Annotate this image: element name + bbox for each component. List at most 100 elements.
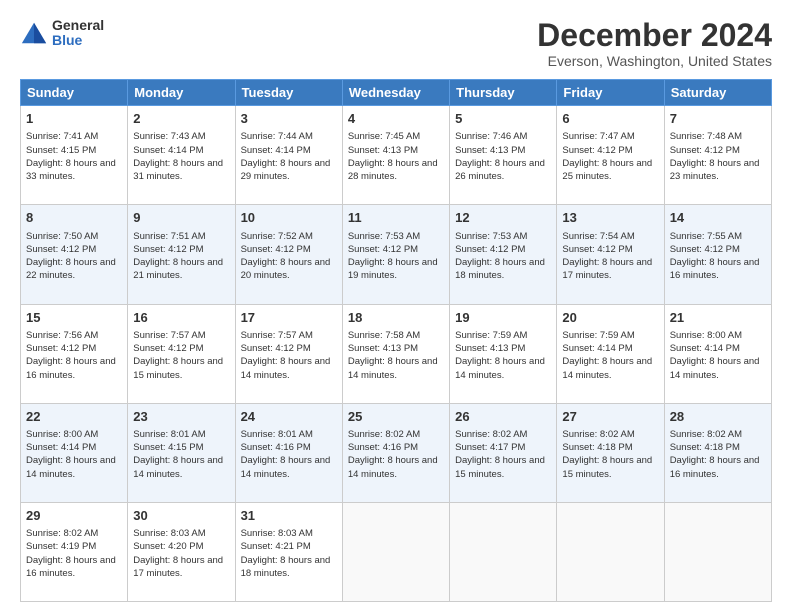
table-row: 2 Sunrise: 7:43 AM Sunset: 4:14 PM Dayli…: [128, 106, 235, 205]
table-row: 16 Sunrise: 7:57 AM Sunset: 4:12 PM Dayl…: [128, 304, 235, 403]
day-number: 8: [26, 209, 122, 227]
daylight-text: Daylight: 8 hours and 25 minutes.: [562, 158, 652, 182]
table-row: 23 Sunrise: 8:01 AM Sunset: 4:15 PM Dayl…: [128, 403, 235, 502]
day-number: 18: [348, 309, 444, 327]
table-row: 3 Sunrise: 7:44 AM Sunset: 4:14 PM Dayli…: [235, 106, 342, 205]
day-number: 10: [241, 209, 337, 227]
table-row: 11 Sunrise: 7:53 AM Sunset: 4:12 PM Dayl…: [342, 205, 449, 304]
sunrise-text: Sunrise: 7:44 AM: [241, 131, 313, 142]
calendar-table: Sunday Monday Tuesday Wednesday Thursday…: [20, 79, 772, 602]
sunrise-text: Sunrise: 7:47 AM: [562, 131, 634, 142]
header-tuesday: Tuesday: [235, 80, 342, 106]
table-row: 19 Sunrise: 7:59 AM Sunset: 4:13 PM Dayl…: [450, 304, 557, 403]
table-row: [450, 502, 557, 601]
sunset-text: Sunset: 4:12 PM: [455, 244, 525, 255]
table-row: [664, 502, 771, 601]
sunrise-text: Sunrise: 7:43 AM: [133, 131, 205, 142]
sunset-text: Sunset: 4:15 PM: [26, 145, 96, 156]
table-row: 18 Sunrise: 7:58 AM Sunset: 4:13 PM Dayl…: [342, 304, 449, 403]
day-number: 14: [670, 209, 766, 227]
daylight-text: Daylight: 8 hours and 15 minutes.: [562, 455, 652, 479]
day-number: 7: [670, 110, 766, 128]
day-number: 15: [26, 309, 122, 327]
sunset-text: Sunset: 4:12 PM: [133, 244, 203, 255]
daylight-text: Daylight: 8 hours and 29 minutes.: [241, 158, 331, 182]
calendar-week-row: 1 Sunrise: 7:41 AM Sunset: 4:15 PM Dayli…: [21, 106, 772, 205]
daylight-text: Daylight: 8 hours and 19 minutes.: [348, 257, 438, 281]
daylight-text: Daylight: 8 hours and 14 minutes.: [133, 455, 223, 479]
sunrise-text: Sunrise: 7:57 AM: [241, 330, 313, 341]
sunset-text: Sunset: 4:14 PM: [133, 145, 203, 156]
sunrise-text: Sunrise: 7:55 AM: [670, 231, 742, 242]
sunrise-text: Sunrise: 7:46 AM: [455, 131, 527, 142]
sunset-text: Sunset: 4:14 PM: [241, 145, 311, 156]
sunset-text: Sunset: 4:19 PM: [26, 541, 96, 552]
table-row: 15 Sunrise: 7:56 AM Sunset: 4:12 PM Dayl…: [21, 304, 128, 403]
day-number: 3: [241, 110, 337, 128]
table-row: 10 Sunrise: 7:52 AM Sunset: 4:12 PM Dayl…: [235, 205, 342, 304]
sunrise-text: Sunrise: 8:03 AM: [241, 528, 313, 539]
table-row: 8 Sunrise: 7:50 AM Sunset: 4:12 PM Dayli…: [21, 205, 128, 304]
sunset-text: Sunset: 4:13 PM: [455, 145, 525, 156]
table-row: 30 Sunrise: 8:03 AM Sunset: 4:20 PM Dayl…: [128, 502, 235, 601]
header-saturday: Saturday: [664, 80, 771, 106]
daylight-text: Daylight: 8 hours and 14 minutes.: [562, 356, 652, 380]
daylight-text: Daylight: 8 hours and 18 minutes.: [455, 257, 545, 281]
daylight-text: Daylight: 8 hours and 16 minutes.: [670, 455, 760, 479]
daylight-text: Daylight: 8 hours and 14 minutes.: [348, 356, 438, 380]
table-row: 1 Sunrise: 7:41 AM Sunset: 4:15 PM Dayli…: [21, 106, 128, 205]
table-row: 22 Sunrise: 8:00 AM Sunset: 4:14 PM Dayl…: [21, 403, 128, 502]
sunrise-text: Sunrise: 7:52 AM: [241, 231, 313, 242]
day-number: 16: [133, 309, 229, 327]
sunset-text: Sunset: 4:12 PM: [670, 244, 740, 255]
day-number: 31: [241, 507, 337, 525]
sunset-text: Sunset: 4:13 PM: [348, 145, 418, 156]
daylight-text: Daylight: 8 hours and 14 minutes.: [241, 356, 331, 380]
table-row: 29 Sunrise: 8:02 AM Sunset: 4:19 PM Dayl…: [21, 502, 128, 601]
calendar-week-row: 15 Sunrise: 7:56 AM Sunset: 4:12 PM Dayl…: [21, 304, 772, 403]
table-row: 7 Sunrise: 7:48 AM Sunset: 4:12 PM Dayli…: [664, 106, 771, 205]
logo-icon: [20, 19, 48, 47]
sunrise-text: Sunrise: 7:54 AM: [562, 231, 634, 242]
table-row: 6 Sunrise: 7:47 AM Sunset: 4:12 PM Dayli…: [557, 106, 664, 205]
sunset-text: Sunset: 4:14 PM: [562, 343, 632, 354]
sunrise-text: Sunrise: 8:02 AM: [348, 429, 420, 440]
sunrise-text: Sunrise: 8:02 AM: [562, 429, 634, 440]
title-block: December 2024 Everson, Washington, Unite…: [537, 18, 772, 69]
sunset-text: Sunset: 4:12 PM: [562, 244, 632, 255]
sunset-text: Sunset: 4:12 PM: [562, 145, 632, 156]
calendar-header-row: Sunday Monday Tuesday Wednesday Thursday…: [21, 80, 772, 106]
table-row: 28 Sunrise: 8:02 AM Sunset: 4:18 PM Dayl…: [664, 403, 771, 502]
day-number: 5: [455, 110, 551, 128]
daylight-text: Daylight: 8 hours and 21 minutes.: [133, 257, 223, 281]
sunset-text: Sunset: 4:12 PM: [26, 343, 96, 354]
logo: General Blue: [20, 18, 104, 49]
day-number: 12: [455, 209, 551, 227]
sunset-text: Sunset: 4:12 PM: [348, 244, 418, 255]
sunset-text: Sunset: 4:18 PM: [670, 442, 740, 453]
table-row: 26 Sunrise: 8:02 AM Sunset: 4:17 PM Dayl…: [450, 403, 557, 502]
sunrise-text: Sunrise: 8:02 AM: [670, 429, 742, 440]
daylight-text: Daylight: 8 hours and 16 minutes.: [670, 257, 760, 281]
sunset-text: Sunset: 4:20 PM: [133, 541, 203, 552]
sunset-text: Sunset: 4:12 PM: [670, 145, 740, 156]
table-row: 14 Sunrise: 7:55 AM Sunset: 4:12 PM Dayl…: [664, 205, 771, 304]
month-title: December 2024: [537, 18, 772, 53]
sunrise-text: Sunrise: 8:01 AM: [133, 429, 205, 440]
sunset-text: Sunset: 4:15 PM: [133, 442, 203, 453]
day-number: 17: [241, 309, 337, 327]
daylight-text: Daylight: 8 hours and 14 minutes.: [348, 455, 438, 479]
sunrise-text: Sunrise: 8:02 AM: [26, 528, 98, 539]
day-number: 9: [133, 209, 229, 227]
header-friday: Friday: [557, 80, 664, 106]
day-number: 13: [562, 209, 658, 227]
sunrise-text: Sunrise: 8:02 AM: [455, 429, 527, 440]
sunset-text: Sunset: 4:12 PM: [133, 343, 203, 354]
sunrise-text: Sunrise: 7:59 AM: [562, 330, 634, 341]
day-number: 19: [455, 309, 551, 327]
sunset-text: Sunset: 4:12 PM: [241, 244, 311, 255]
sunrise-text: Sunrise: 8:03 AM: [133, 528, 205, 539]
daylight-text: Daylight: 8 hours and 17 minutes.: [133, 555, 223, 579]
calendar-week-row: 8 Sunrise: 7:50 AM Sunset: 4:12 PM Dayli…: [21, 205, 772, 304]
table-row: 13 Sunrise: 7:54 AM Sunset: 4:12 PM Dayl…: [557, 205, 664, 304]
